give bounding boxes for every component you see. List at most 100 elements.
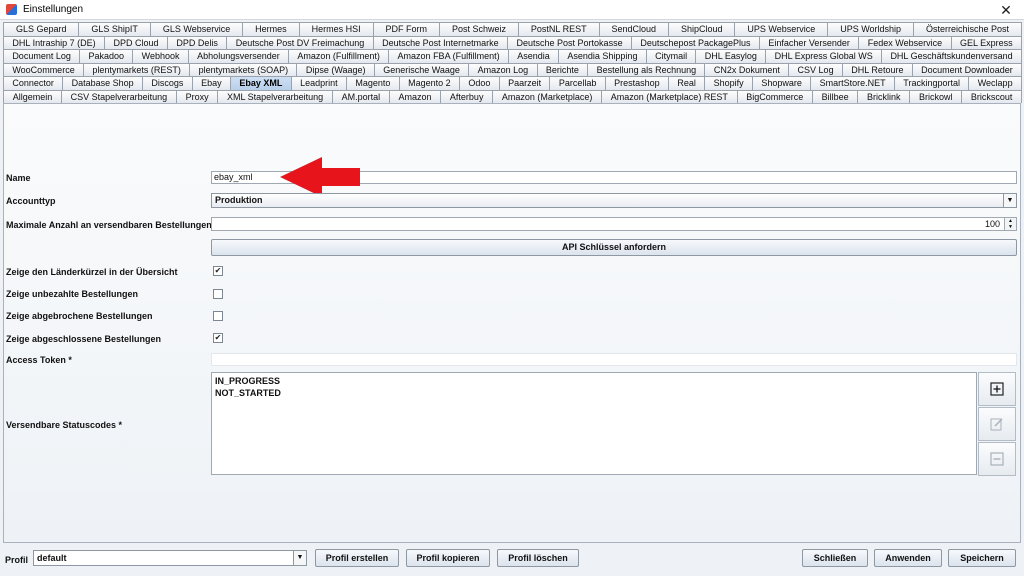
tab-deutsche-post-dv-freimachung[interactable]: Deutsche Post DV Freimachung	[226, 35, 374, 49]
tab-dhl-geschäftskundenversand[interactable]: DHL Geschäftskundenversand	[881, 49, 1022, 63]
tab-deutschepost-packageplus[interactable]: Deutschepost PackagePlus	[631, 35, 760, 49]
tab-pakadoo[interactable]: Pakadoo	[79, 49, 134, 63]
tab-parcellab[interactable]: Parcellab	[549, 76, 606, 90]
tab-ups-webservice[interactable]: UPS Webservice	[734, 22, 829, 36]
tab-document-downloader[interactable]: Document Downloader	[911, 62, 1023, 76]
tab-abholungsversender[interactable]: Abholungsversender	[187, 49, 290, 63]
tab-csv-log[interactable]: CSV Log	[788, 62, 843, 76]
chevron-down-icon[interactable]: ▼	[1003, 194, 1016, 207]
tab-ebay-xml[interactable]: Ebay XML	[229, 76, 292, 90]
access-token-input[interactable]	[211, 353, 1017, 366]
tab-document-log[interactable]: Document Log	[3, 49, 81, 63]
accounttyp-select[interactable]: Produktion ▼	[211, 193, 1017, 208]
checkbox-completed[interactable]: ✔	[213, 333, 223, 343]
tab-weclapp[interactable]: Weclapp	[968, 76, 1022, 90]
profile-delete-button[interactable]: Profil löschen	[497, 549, 579, 567]
tab-proxy[interactable]: Proxy	[175, 89, 219, 103]
tab-amazon-marketplace-rest[interactable]: Amazon (Marketplace) REST	[601, 89, 738, 103]
tab-bestellung-als-rechnung[interactable]: Bestellung als Rechnung	[587, 62, 706, 76]
tab-amazon[interactable]: Amazon	[388, 89, 442, 103]
checkbox-cancelled[interactable]	[213, 311, 223, 321]
tab-xml-stapelverarbeitung[interactable]: XML Stapelverarbeitung	[217, 89, 333, 103]
tab-gls-webservice[interactable]: GLS Webservice	[149, 22, 244, 36]
tab-cn2x-dokument[interactable]: CN2x Dokument	[704, 62, 790, 76]
tab-berichte[interactable]: Berichte	[536, 62, 589, 76]
tab-magento[interactable]: Magento	[345, 76, 400, 90]
close-icon[interactable]: ✕	[998, 2, 1014, 18]
tab-ebay[interactable]: Ebay	[191, 76, 231, 90]
profile-create-button[interactable]: Profil erstellen	[315, 549, 399, 567]
tab-brickowl[interactable]: Brickowl	[909, 89, 963, 103]
tab-amazon-marketplace[interactable]: Amazon (Marketplace)	[492, 89, 603, 103]
tab-dhl-easylog[interactable]: DHL Easylog	[695, 49, 767, 63]
tab-citymail[interactable]: Citymail	[645, 49, 697, 63]
tab-database-shop[interactable]: Database Shop	[62, 76, 144, 90]
close-button[interactable]: Schließen	[802, 549, 868, 567]
tab-odoo[interactable]: Odoo	[458, 76, 500, 90]
remove-status-button[interactable]	[978, 442, 1016, 476]
tab-trackingportal[interactable]: Trackingportal	[893, 76, 970, 90]
tab-am-portal[interactable]: AM.portal	[331, 89, 390, 103]
list-item[interactable]: NOT_STARTED	[215, 387, 973, 399]
tab-österreichische-post[interactable]: Österreichische Post	[913, 22, 1022, 36]
tab-postnl-rest[interactable]: PostNL REST	[517, 22, 600, 36]
tab-hermes[interactable]: Hermes	[242, 22, 300, 36]
tab-leadprint[interactable]: Leadprint	[290, 76, 347, 90]
save-button[interactable]: Speichern	[948, 549, 1016, 567]
tab-deutsche-post-internetmarke[interactable]: Deutsche Post Internetmarke	[372, 35, 509, 49]
chevron-down-icon[interactable]: ▼	[293, 551, 306, 565]
tab-dhl-retoure[interactable]: DHL Retoure	[841, 62, 913, 76]
tab-woocommerce[interactable]: WooCommerce	[3, 62, 85, 76]
tab-post-schweiz[interactable]: Post Schweiz	[438, 22, 519, 36]
tab-bricklink[interactable]: Bricklink	[857, 89, 911, 103]
tab-billbee[interactable]: Billbee	[811, 89, 859, 103]
api-key-button[interactable]: API Schlüssel anfordern	[211, 239, 1017, 256]
tab-dpd-delis[interactable]: DPD Delis	[166, 35, 228, 49]
tab-pdf-form[interactable]: PDF Form	[372, 22, 440, 36]
tab-hermes-hsi[interactable]: Hermes HSI	[298, 22, 374, 36]
tab-smartstore-net[interactable]: SmartStore.NET	[810, 76, 895, 90]
max-orders-spinner[interactable]: 100 ▲ ▼	[211, 217, 1017, 231]
tab-csv-stapelverarbeitung[interactable]: CSV Stapelverarbeitung	[60, 89, 177, 103]
tab-shopify[interactable]: Shopify	[704, 76, 753, 90]
add-status-button[interactable]	[978, 372, 1016, 406]
apply-button[interactable]: Anwenden	[874, 549, 942, 567]
tab-brickscout[interactable]: Brickscout	[961, 89, 1023, 103]
tab-dhl-express-global-ws[interactable]: DHL Express Global WS	[765, 49, 883, 63]
tab-asendia-shipping[interactable]: Asendia Shipping	[558, 49, 647, 63]
tab-dhl-intraship-7-de[interactable]: DHL Intraship 7 (DE)	[3, 35, 106, 49]
tab-amazon-fba-fulfillment[interactable]: Amazon FBA (Fulfillment)	[388, 49, 509, 63]
tab-einfacher-versender[interactable]: Einfacher Versender	[758, 35, 860, 49]
tab-webhook[interactable]: Webhook	[132, 49, 189, 63]
tab-bigcommerce[interactable]: BigCommerce	[736, 89, 813, 103]
tab-dipse-waage[interactable]: Dipse (Waage)	[296, 62, 375, 76]
tab-shipcloud[interactable]: ShipCloud	[668, 22, 736, 36]
tab-asendia[interactable]: Asendia	[507, 49, 560, 63]
tab-sendcloud[interactable]: SendCloud	[598, 22, 670, 36]
tab-afterbuy[interactable]: Afterbuy	[440, 89, 494, 103]
tab-paarzeit[interactable]: Paarzeit	[498, 76, 551, 90]
tab-ups-worldship[interactable]: UPS Worldship	[827, 22, 915, 36]
spinner-arrows-icon[interactable]: ▲ ▼	[1004, 218, 1016, 230]
tab-allgemein[interactable]: Allgemein	[3, 89, 62, 103]
status-codes-list[interactable]: IN_PROGRESS NOT_STARTED	[211, 372, 977, 475]
tab-shopware[interactable]: Shopware	[751, 76, 812, 90]
tab-amazon-log[interactable]: Amazon Log	[468, 62, 538, 76]
tab-fedex-webservice[interactable]: Fedex Webservice	[858, 35, 952, 49]
tab-generische-waage[interactable]: Generische Waage	[373, 62, 470, 76]
tab-magento-2[interactable]: Magento 2	[398, 76, 460, 90]
tab-dpd-cloud[interactable]: DPD Cloud	[104, 35, 168, 49]
tab-gel-express[interactable]: GEL Express	[950, 35, 1023, 49]
tab-discogs[interactable]: Discogs	[142, 76, 193, 90]
tab-amazon-fulfillment[interactable]: Amazon (Fulfillment)	[288, 49, 390, 63]
tab-deutsche-post-portokasse[interactable]: Deutsche Post Portokasse	[507, 35, 632, 49]
profile-copy-button[interactable]: Profil kopieren	[406, 549, 490, 567]
tab-connector[interactable]: Connector	[3, 76, 64, 90]
tab-gls-gepard[interactable]: GLS Gepard	[3, 22, 80, 36]
tab-prestashop[interactable]: Prestashop	[604, 76, 669, 90]
profile-select[interactable]: default ▼	[33, 550, 307, 566]
edit-status-button[interactable]	[978, 407, 1016, 441]
tab-plentymarkets-soap[interactable]: plentymarkets (SOAP)	[189, 62, 298, 76]
tab-real[interactable]: Real	[667, 76, 706, 90]
list-item[interactable]: IN_PROGRESS	[215, 375, 973, 387]
